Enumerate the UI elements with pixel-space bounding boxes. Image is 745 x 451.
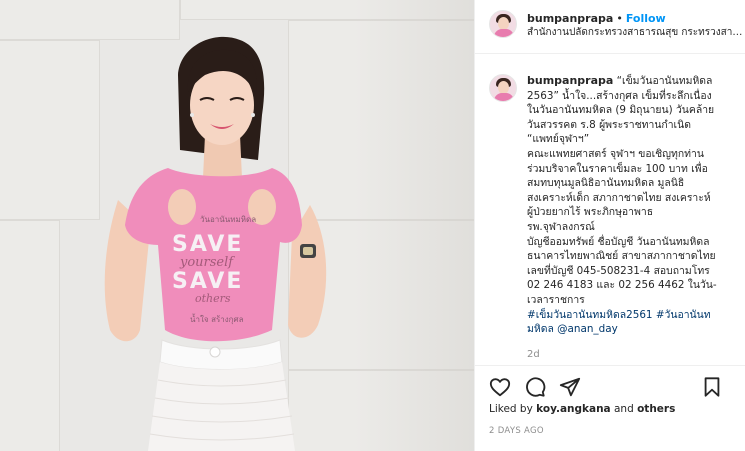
caption-line: ร่วมบริจาคในราคาเข็มละ 100 บาท เพื่อ [527, 162, 708, 175]
header-username[interactable]: bumpanprapa [527, 12, 613, 25]
post-header: bumpanprapa • Follow สำนักงานปลัดกระทรวงสา… [475, 0, 745, 54]
hashtag-link[interactable]: #เข็มวันอานันทมหิดล2561 #วันอานันท [527, 308, 732, 323]
caption-line: “เข็มวันอานันทมหิดล [616, 75, 713, 87]
shirt-save-1: SAVE [172, 232, 243, 257]
share-icon[interactable] [559, 376, 581, 398]
caption-line: ธนาคารไทยพาณิชย์ สาขาสภากาชาดไทย [527, 250, 716, 263]
hashtag-link[interactable]: มหิดล [527, 323, 554, 335]
shirt-script-1: yourself [179, 255, 235, 270]
post-photo[interactable]: วันอานันทมหิดล SAVE yourself SAVE others… [0, 0, 474, 451]
caption-line: คณะแพทยศาสตร์ จุฬาฯ ขอเชิญทุกท่าน [527, 147, 704, 160]
bookmark-icon[interactable] [701, 376, 723, 398]
shirt-script-2: others [195, 292, 231, 305]
post-timestamp[interactable]: 2 DAYS AGO [489, 426, 544, 436]
shirt-bottom-text: น้ำใจ สร้างกุศล [190, 313, 244, 324]
caption-line: สงเคราะห์เด็ก สภากาชาดไทย สงเคราะห์ [527, 191, 711, 204]
caption-line: ในวันอานันทมหิดล (9 มิถุนายน) วันคล้าย [527, 104, 715, 117]
likes-summary: Liked by koy.angkana and others [489, 403, 675, 415]
liked-by-user[interactable]: koy.angkana [536, 403, 611, 415]
shirt-save-2: SAVE [172, 269, 243, 294]
likes-others-link[interactable]: others [637, 403, 675, 415]
caption-line: บัญชีออมทรัพย์ ชื่อบัญชี วันอานันทมหิดล [527, 235, 710, 248]
action-bar [475, 365, 745, 405]
header-separator: • [616, 12, 623, 25]
caption-time: 2d [527, 348, 540, 360]
shirt-top-text: วันอานันทมหิดล [200, 215, 256, 224]
caption-line: 2563” น้ำใจ...สร้างกุศล เข็มที่ระลึกเนื่… [527, 89, 712, 102]
caption-avatar[interactable] [489, 74, 517, 102]
caption-line: เลขที่บัญชี 045-508231-4 สอบถามโทร [527, 264, 710, 277]
avatar[interactable] [489, 10, 517, 38]
caption-line: ผู้ป่วยยากไร้ พระภิกษุอาพาธ [527, 206, 654, 219]
likes-conjunction: and [610, 403, 638, 415]
caption-line: 02 246 4183 และ 02 256 4462 ในวัน- [527, 279, 717, 292]
comment-icon[interactable] [524, 376, 546, 398]
caption-text: bumpanprapa “เข็มวันอานันทมหิดล 2563” น้… [527, 74, 732, 365]
caption-username[interactable]: bumpanprapa [527, 74, 613, 87]
person-illustration: วันอานันทมหิดล SAVE yourself SAVE others… [104, 36, 327, 451]
likes-prefix: Liked by [489, 403, 537, 415]
post-side-panel: bumpanprapa • Follow สำนักงานปลัดกระทรวงสา… [474, 0, 745, 451]
caption-section: bumpanprapa “เข็มวันอานันทมหิดล 2563” น้… [475, 60, 745, 365]
caption-line: “แพทย์จุฬาฯ” [527, 133, 590, 146]
location-link[interactable]: สำนักงานปลัดกระทรวงสาธารณสุข กระทรวงสาธา… [527, 26, 745, 40]
caption-line: รพ.จุฬาลงกรณ์ [527, 220, 595, 233]
caption-line: สมทบทุนมูลนิธิอานันทมหิดล มูลนิธิ [527, 177, 685, 190]
mention-link[interactable]: @anan_day [557, 323, 618, 335]
follow-button[interactable]: Follow [626, 12, 666, 25]
caption-line: เวลาราชการ [527, 293, 585, 306]
caption-line: วันสวรรคต ร.8 ผู้พระราชทานกำเนิด [527, 118, 691, 131]
heart-icon[interactable] [489, 376, 511, 398]
